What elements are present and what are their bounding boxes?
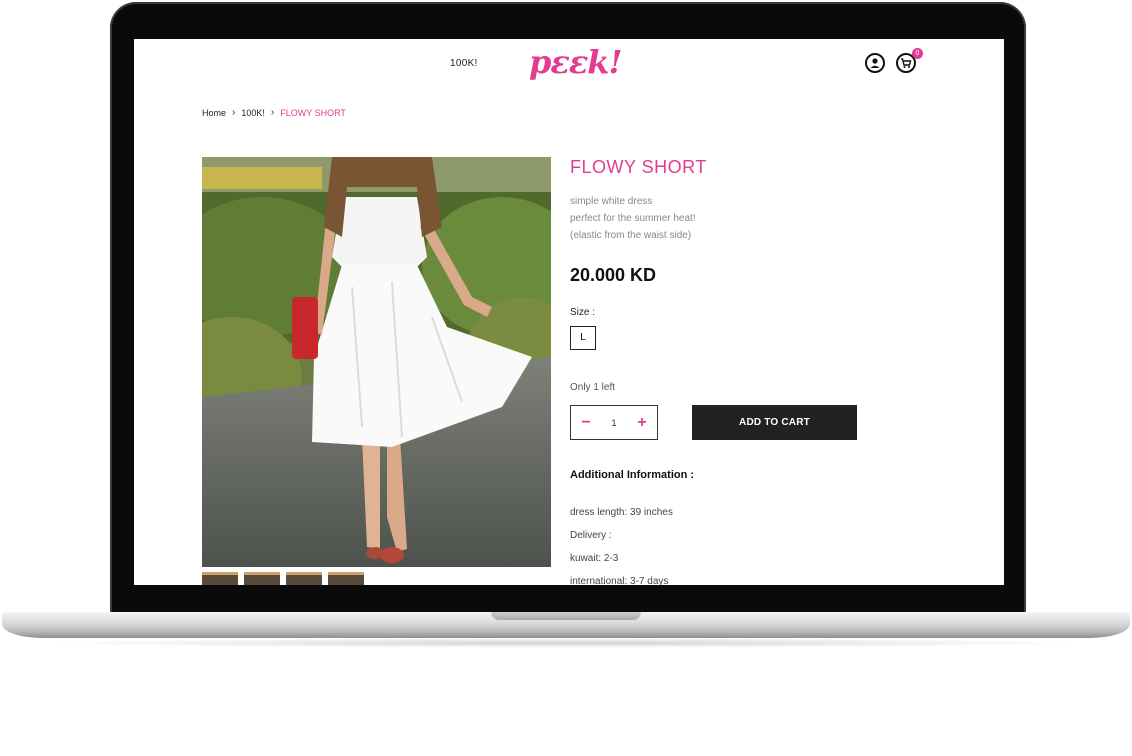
cart-icon xyxy=(901,58,912,68)
breadcrumb-category[interactable]: 100K! xyxy=(241,108,265,118)
nav-link-100k[interactable]: 100K! xyxy=(450,58,478,69)
size-option-l[interactable]: L xyxy=(570,326,596,350)
info-line: kuwait: 2-3 xyxy=(570,553,619,564)
stock-note: Only 1 left xyxy=(570,382,616,393)
description-line: simple white dress xyxy=(570,196,653,207)
laptop-base xyxy=(2,612,1130,638)
brand-logo[interactable]: pεεk! xyxy=(529,43,622,81)
product-title: FLOWY SHORT xyxy=(570,157,707,177)
cart-count-badge: 0 xyxy=(912,48,923,59)
quantity-stepper: − 1 + xyxy=(570,405,658,440)
additional-info-title: Additional Information : xyxy=(570,469,695,481)
laptop-notch xyxy=(491,612,641,620)
info-line: Delivery : xyxy=(570,530,612,541)
product-price: 20.000 KD xyxy=(570,265,657,285)
size-label: Size : xyxy=(570,307,596,318)
product-image[interactable] xyxy=(202,157,551,567)
product-photo-illustration xyxy=(202,157,551,567)
additional-info-list: dress length: 39 inches Delivery : kuwai… xyxy=(570,501,673,585)
decrement-button[interactable]: − xyxy=(579,406,593,439)
product-description: simple white dress perfect for the summe… xyxy=(570,193,696,244)
chevron-right-icon: › xyxy=(270,107,275,118)
breadcrumb-home[interactable]: Home xyxy=(202,108,226,118)
user-icon xyxy=(870,58,880,68)
description-line: perfect for the summer heat! xyxy=(570,213,696,224)
breadcrumb: Home › 100K! › FLOWY SHORT xyxy=(202,107,346,118)
increment-button[interactable]: + xyxy=(635,406,649,439)
account-button[interactable] xyxy=(865,53,885,73)
thumbnail-strip xyxy=(202,572,364,585)
description-line: (elastic from the waist side) xyxy=(570,230,692,241)
thumbnail[interactable] xyxy=(328,572,364,585)
laptop-shadow xyxy=(40,638,1092,648)
thumbnail[interactable] xyxy=(244,572,280,585)
thumbnail[interactable] xyxy=(286,572,322,585)
browser-screen: 100K! pεεk! 0 Home › 100K! › FLOWY SHORT xyxy=(134,39,1004,585)
quantity-value[interactable]: 1 xyxy=(611,418,616,428)
thumbnail[interactable] xyxy=(202,572,238,585)
chevron-right-icon: › xyxy=(232,107,236,118)
info-line: dress length: 39 inches xyxy=(570,507,673,518)
add-to-cart-button[interactable]: ADD TO CART xyxy=(692,405,857,440)
info-line: international: 3-7 days xyxy=(570,576,669,585)
breadcrumb-current: FLOWY SHORT xyxy=(280,107,346,118)
